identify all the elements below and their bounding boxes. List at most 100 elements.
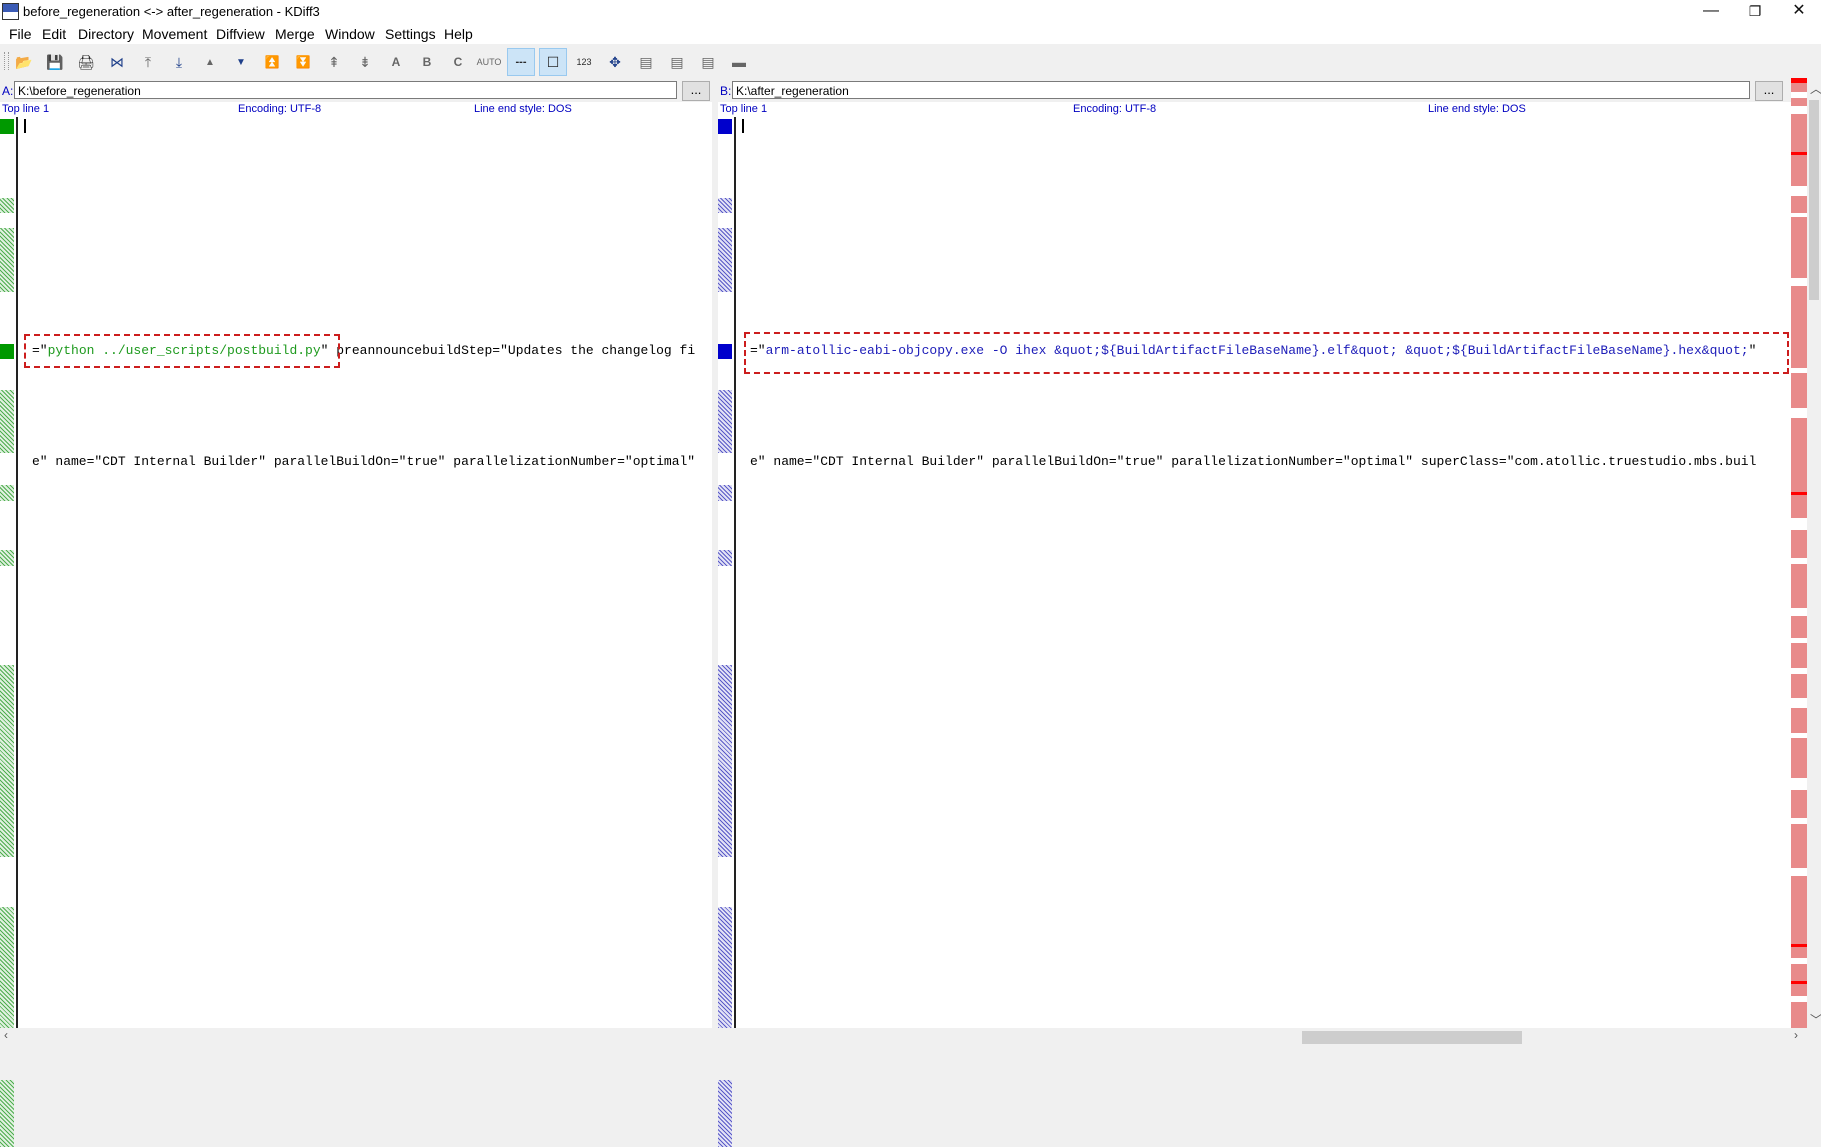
diff-marker-b (718, 485, 732, 501)
goto-next-delta-icon[interactable]: ▼ (229, 51, 253, 73)
browse-b-button[interactable]: ... (1755, 81, 1783, 101)
scroll-down-arrow-icon[interactable]: ﹀ (1810, 1011, 1821, 1028)
overview-equal-region (1791, 278, 1807, 286)
overview-equal-region (1791, 186, 1807, 196)
context-line-b: e" name="CDT Internal Builder" parallelB… (750, 454, 1757, 469)
diff-marker-a (0, 198, 14, 213)
overview-equal-region (1791, 698, 1807, 708)
overview-equal-region (1791, 408, 1807, 418)
current-diff-marker-b (718, 119, 732, 134)
horizontal-scrollbar[interactable]: ‹ › (0, 1028, 1807, 1044)
info-bar-b: Top line 1 Encoding: UTF-8 Line end styl… (718, 102, 1791, 117)
diff-marker-a (0, 907, 14, 1147)
encoding-b[interactable]: Encoding: UTF-8 (1073, 103, 1156, 115)
restore-button[interactable]: ❐ (1733, 0, 1777, 24)
close-button[interactable]: ✕ (1777, 0, 1821, 24)
toggle-window-b-icon[interactable]: ▤ (665, 51, 689, 73)
overview-equal-region (1791, 778, 1807, 790)
overview-equal-region (1791, 638, 1807, 643)
top-line-b: Top line 1 (720, 103, 768, 115)
annotation-box-a (24, 334, 340, 368)
menu-directory[interactable]: Directory (78, 26, 134, 42)
menu-file[interactable]: File (9, 26, 32, 42)
browse-a-button[interactable]: ... (682, 81, 710, 101)
annotation-box-b (744, 332, 1789, 374)
menu-movement[interactable]: Movement (142, 26, 207, 42)
menu-window[interactable]: Window (325, 26, 375, 42)
scroll-up-arrow-icon[interactable]: ︿ (1810, 80, 1821, 97)
select-a-icon[interactable]: A (384, 51, 408, 73)
select-b-icon[interactable]: B (415, 51, 439, 73)
horizontal-scroll-thumb[interactable] (1302, 1031, 1522, 1044)
show-line-numbers-icon[interactable]: 123 (572, 51, 596, 73)
path-input-a[interactable]: K:\before_regeneration (14, 81, 677, 99)
toggle-overview-icon[interactable]: ▬ (727, 51, 751, 73)
diff-marker-a (0, 665, 14, 857)
overview-conflict-marker (1791, 152, 1807, 155)
toggle-window-a-icon[interactable]: ▤ (634, 51, 658, 73)
diff-marker-b (718, 198, 732, 213)
overview-equal-region (1791, 368, 1807, 373)
diff-marker-b (718, 550, 732, 566)
diff-pane-b[interactable]: ="arm-atollic-eabi-objcopy.exe -O ihex &… (736, 117, 1791, 1039)
goto-last-delta-icon[interactable]: ⤓ (167, 51, 191, 73)
scroll-left-arrow-icon[interactable]: ‹ (4, 1028, 8, 1042)
diff-overview-strip[interactable] (1791, 78, 1807, 1028)
window-title: before_regeneration <-> after_regenerati… (23, 4, 320, 19)
path-bar-a: A: K:\before_regeneration ... (0, 81, 712, 101)
menu-settings[interactable]: Settings (385, 26, 436, 42)
goto-prev-delta-icon[interactable]: ▲ (198, 51, 222, 73)
show-whitespace-icon[interactable]: --- (507, 48, 535, 76)
line-end-style-b[interactable]: Line end style: DOS (1428, 103, 1526, 115)
overview-equal-region (1791, 92, 1807, 98)
open-icon[interactable]: 📂 (12, 51, 36, 73)
line-end-style-a[interactable]: Line end style: DOS (474, 103, 572, 115)
select-c-icon[interactable]: C (446, 51, 470, 73)
encoding-a[interactable]: Encoding: UTF-8 (238, 103, 321, 115)
overview-equal-region (1791, 106, 1807, 114)
diff-marker-b (718, 344, 732, 359)
vertical-scrollbar[interactable]: ︿ ﹀ (1807, 78, 1821, 1028)
diff-marker-b (718, 907, 732, 1147)
menu-diffview[interactable]: Diffview (216, 26, 265, 42)
overview-equal-region (1791, 668, 1807, 674)
diff-marker-a (0, 390, 14, 453)
diff-marker-a (0, 550, 14, 566)
overview-equal-region (1791, 996, 1807, 1002)
goto-prev-unsolved-conflict-icon[interactable]: ⇞ (322, 51, 346, 73)
menu-help[interactable]: Help (444, 26, 473, 42)
goto-first-delta-icon[interactable]: ⤒ (136, 51, 160, 73)
goto-prev-conflict-icon[interactable]: ⏫ (260, 51, 284, 73)
overview-equal-region (1791, 213, 1807, 217)
menu-edit[interactable]: Edit (42, 26, 66, 42)
overview-equal-region (1791, 818, 1807, 824)
vertical-scroll-thumb[interactable] (1809, 100, 1819, 300)
overview-equal-region (1791, 608, 1807, 616)
menu-merge[interactable]: Merge (275, 26, 315, 42)
gutter-b (718, 117, 734, 1147)
path-bar-b: B: K:\after_regeneration ... (718, 81, 1791, 101)
diff-marker-b (718, 390, 732, 453)
diff-marker-a (0, 344, 14, 359)
path-input-b[interactable]: K:\after_regeneration (732, 81, 1750, 99)
pane-a-label: A: (2, 84, 14, 98)
toggle-window-c-icon[interactable]: ▤ (696, 51, 720, 73)
save-icon[interactable]: 💾 (43, 51, 67, 73)
info-bar-a: Top line 1 Encoding: UTF-8 Line end styl… (0, 102, 712, 117)
show-whitespace-chars-icon[interactable]: ☐ (539, 48, 567, 76)
print-icon[interactable]: 🖨 (74, 51, 98, 73)
minimize-button[interactable]: — (1689, 0, 1733, 24)
overview-equal-region (1791, 558, 1807, 564)
goto-next-unsolved-conflict-icon[interactable]: ⇟ (353, 51, 377, 73)
gutter-a (0, 117, 16, 1147)
diff-pane-a[interactable]: ="python ../user_scripts/postbuild.py" p… (18, 117, 712, 1039)
auto-advance-icon[interactable]: AUTO (477, 51, 502, 73)
scroll-right-arrow-icon[interactable]: › (1794, 1028, 1798, 1042)
overview-conflict-marker (1791, 981, 1807, 984)
goto-current-delta-icon[interactable]: ⋈ (105, 51, 129, 73)
choose-all-icon[interactable]: ✥ (603, 51, 627, 73)
top-line-a: Top line 1 (2, 103, 50, 115)
kdiff3-app-icon (2, 3, 19, 20)
toolbar-grip[interactable] (4, 52, 9, 70)
goto-next-conflict-icon[interactable]: ⏬ (291, 51, 315, 73)
